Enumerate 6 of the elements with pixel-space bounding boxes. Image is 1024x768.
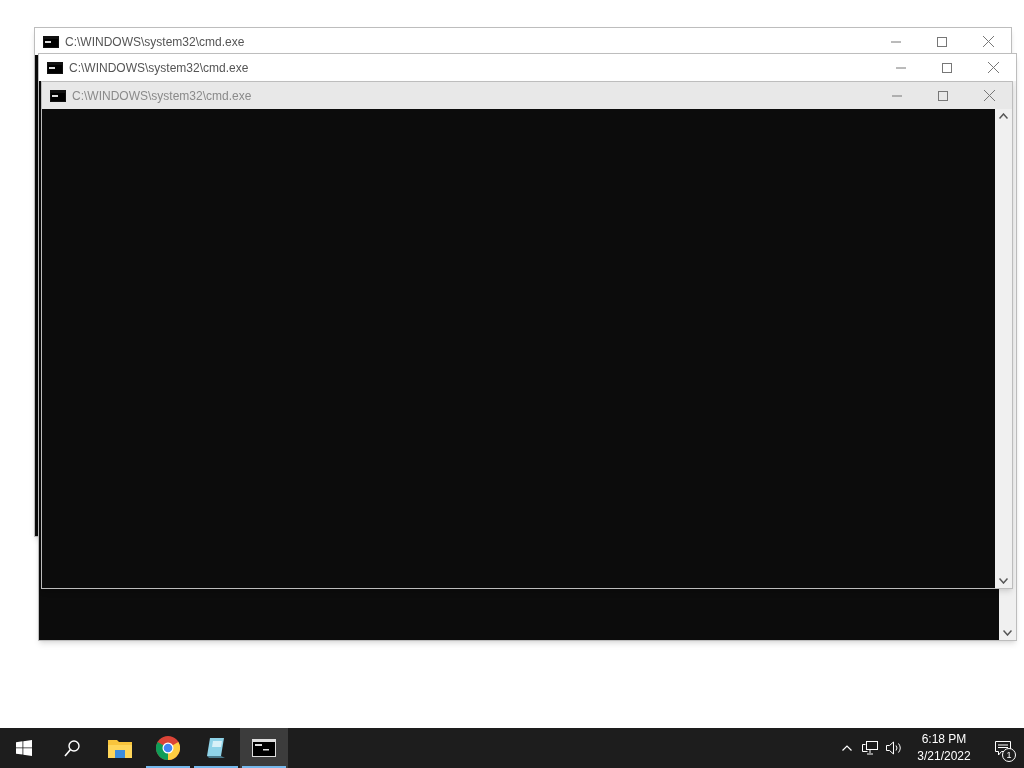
window-title: C:\WINDOWS\system32\cmd.exe bbox=[72, 87, 252, 105]
window-title: C:\WINDOWS\system32\cmd.exe bbox=[69, 59, 249, 77]
window-title: C:\WINDOWS\system32\cmd.exe bbox=[65, 33, 245, 51]
clock[interactable]: 6:18 PM 3/21/2022 bbox=[906, 728, 982, 768]
notifications-button[interactable]: 1 bbox=[982, 728, 1024, 768]
notification-count: 1 bbox=[1002, 748, 1016, 762]
